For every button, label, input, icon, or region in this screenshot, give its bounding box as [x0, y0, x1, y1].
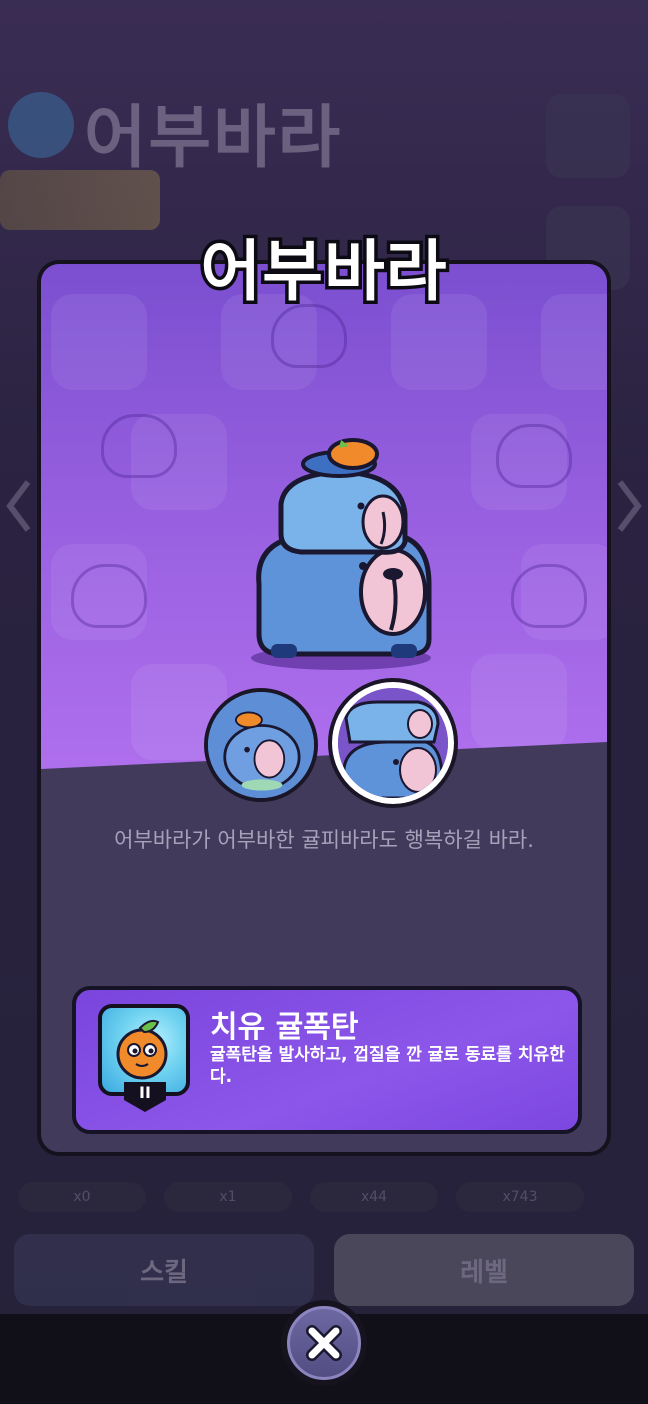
background-tab: x1 [164, 1182, 292, 1212]
character-capybara-illustration [251, 438, 432, 670]
background-title: 어부바라 [84, 99, 343, 178]
pattern-capybara-icon [511, 564, 587, 628]
background-skill-button: 스킬 [14, 1234, 314, 1306]
close-button[interactable] [281, 1300, 367, 1386]
skin-thumbnail-1[interactable] [204, 688, 318, 802]
capybara-skin-icon [208, 692, 314, 798]
character-description: 어부바라가 어부바한 귤피바라도 행복하길 바라. [114, 828, 534, 852]
skill-level-badge: II [124, 1082, 166, 1112]
skin-thumbnail-2-selected[interactable] [328, 678, 458, 808]
background-shop-icon [546, 94, 630, 178]
pattern-capybara-icon [496, 424, 572, 488]
background-tab: x44 [310, 1182, 438, 1212]
skill-name: 치유 귤폭탄 [210, 1010, 359, 1045]
close-icon [306, 1325, 342, 1361]
skill-card[interactable]: II 치유 귤폭탄 귤폭탄을 발사하고, 껍질을 깐 귤로 동료를 치유한다. [72, 986, 582, 1134]
background-level-label: 레벨 [460, 1257, 508, 1288]
capybara-stack-skin-icon [338, 688, 448, 798]
background-level-button: 레벨 [334, 1234, 634, 1306]
background-skill-label: 스킬 [140, 1257, 188, 1288]
skill-description: 귤폭탄을 발사하고, 껍질을 깐 귤로 동료를 치유한다. [210, 1045, 565, 1087]
character-modal: 어부바라가 어부바한 귤피바라도 행복하길 바라. II 치유 귤폭탄 귤폭탄을… [37, 260, 611, 1156]
previous-arrow-icon[interactable] [6, 478, 32, 534]
next-arrow-icon[interactable] [616, 478, 642, 534]
character-name-title: 어부바라 [197, 230, 450, 314]
background-tab: x0 [18, 1182, 146, 1212]
pattern-tile [471, 654, 567, 750]
pattern-capybara-icon [71, 564, 147, 628]
background-rank-icon [8, 92, 74, 158]
background-tab: x743 [456, 1182, 584, 1212]
pattern-capybara-icon [101, 414, 177, 478]
